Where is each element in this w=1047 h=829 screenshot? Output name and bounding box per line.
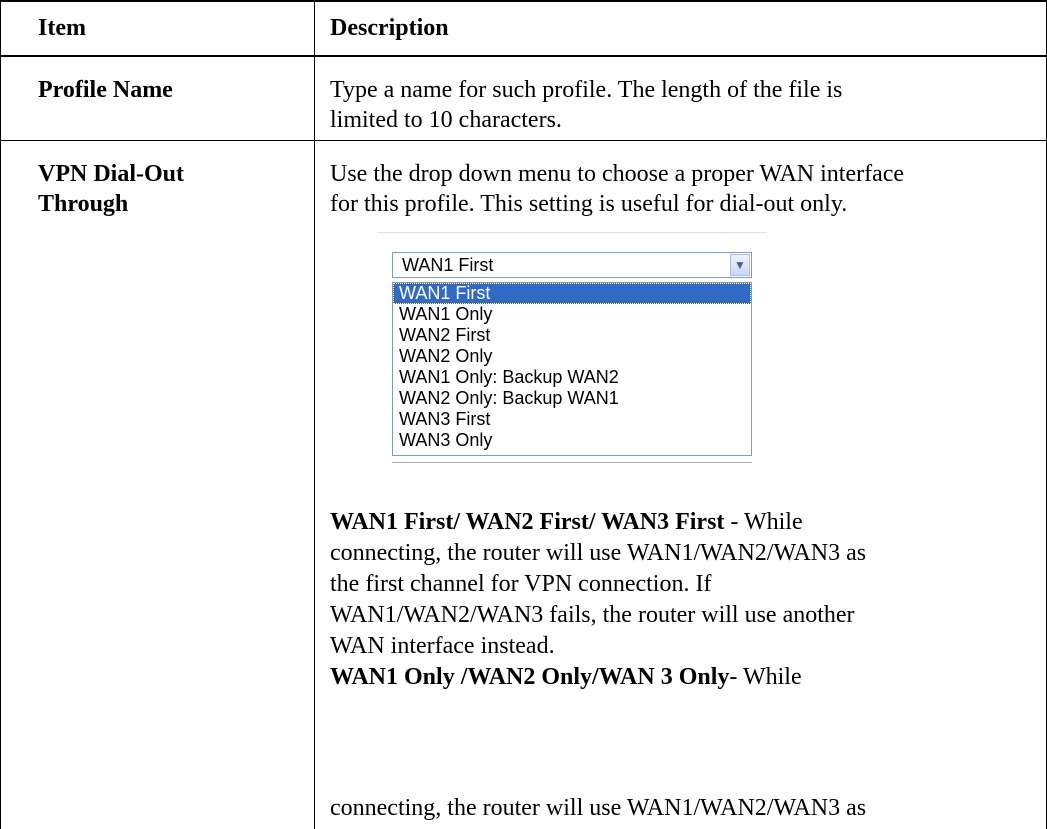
note2-line2: connecting, the router will use WAN1/WAN…: [330, 795, 867, 821]
list-bottom-edge: [392, 462, 752, 463]
option-wan2-only[interactable]: WAN2 Only: [393, 346, 751, 367]
wan-options-list[interactable]: WAN1 First WAN1 Only WAN2 First WAN2 Onl…: [392, 282, 752, 456]
column-divider: [314, 0, 315, 829]
note1-line5: WAN interface instead.: [330, 633, 555, 659]
header-bottom-border: [0, 55, 1047, 57]
note1-term: WAN1 First/ WAN2 First/ WAN3 First: [330, 509, 725, 535]
desc-vpn-line2: for this profile. This setting is useful…: [330, 191, 848, 217]
item-vpn-dial-out-line2: Through: [38, 191, 129, 217]
desc-profile-name-line2: limited to 10 characters.: [330, 107, 562, 133]
item-vpn-dial-out-line1: VPN Dial-Out: [38, 161, 184, 187]
row1-bottom-border: [0, 140, 1047, 141]
note1-line3: the first channel for VPN connection. If: [330, 571, 712, 597]
note2-rest: - While: [729, 664, 802, 690]
wan-select[interactable]: WAN1 First ▼: [392, 252, 752, 278]
option-wan1-only[interactable]: WAN1 Only: [393, 304, 751, 325]
note1-line4: WAN1/WAN2/WAN3 fails, the router will us…: [330, 602, 855, 628]
screenshot-top-edge: [377, 232, 767, 233]
option-wan2-first[interactable]: WAN2 First: [393, 325, 751, 346]
note2-term: WAN1 Only /WAN2 Only/WAN 3 Only: [330, 664, 730, 690]
table-top-border: [0, 0, 1047, 2]
chevron-down-icon: ▼: [734, 258, 746, 272]
option-wan3-only[interactable]: WAN3 Only: [393, 430, 751, 451]
note1-first-line: WAN1 First/ WAN2 First/ WAN3 First - Whi…: [330, 506, 803, 538]
header-description: Description: [330, 15, 449, 41]
dropdown-arrow-button[interactable]: ▼: [730, 254, 750, 276]
note2-first-line: WAN1 Only /WAN2 Only/WAN 3 Only- While: [330, 661, 802, 693]
option-wan1-only-backup-wan2[interactable]: WAN1 Only: Backup WAN2: [393, 367, 751, 388]
note1-rest: - While: [724, 509, 803, 535]
desc-profile-name-line1: Type a name for such profile. The length…: [330, 77, 843, 103]
option-wan2-only-backup-wan1[interactable]: WAN2 Only: Backup WAN1: [393, 388, 751, 409]
table-left-border: [0, 0, 1, 829]
item-profile-name: Profile Name: [38, 77, 173, 103]
option-wan1-first[interactable]: WAN1 First: [393, 283, 751, 304]
wan-select-value: WAN1 First: [402, 255, 494, 275]
option-wan3-first[interactable]: WAN3 First: [393, 409, 751, 430]
note1-line2: connecting, the router will use WAN1/WAN…: [330, 540, 867, 566]
header-item: Item: [38, 15, 86, 41]
desc-vpn-line1: Use the drop down menu to choose a prope…: [330, 161, 905, 187]
